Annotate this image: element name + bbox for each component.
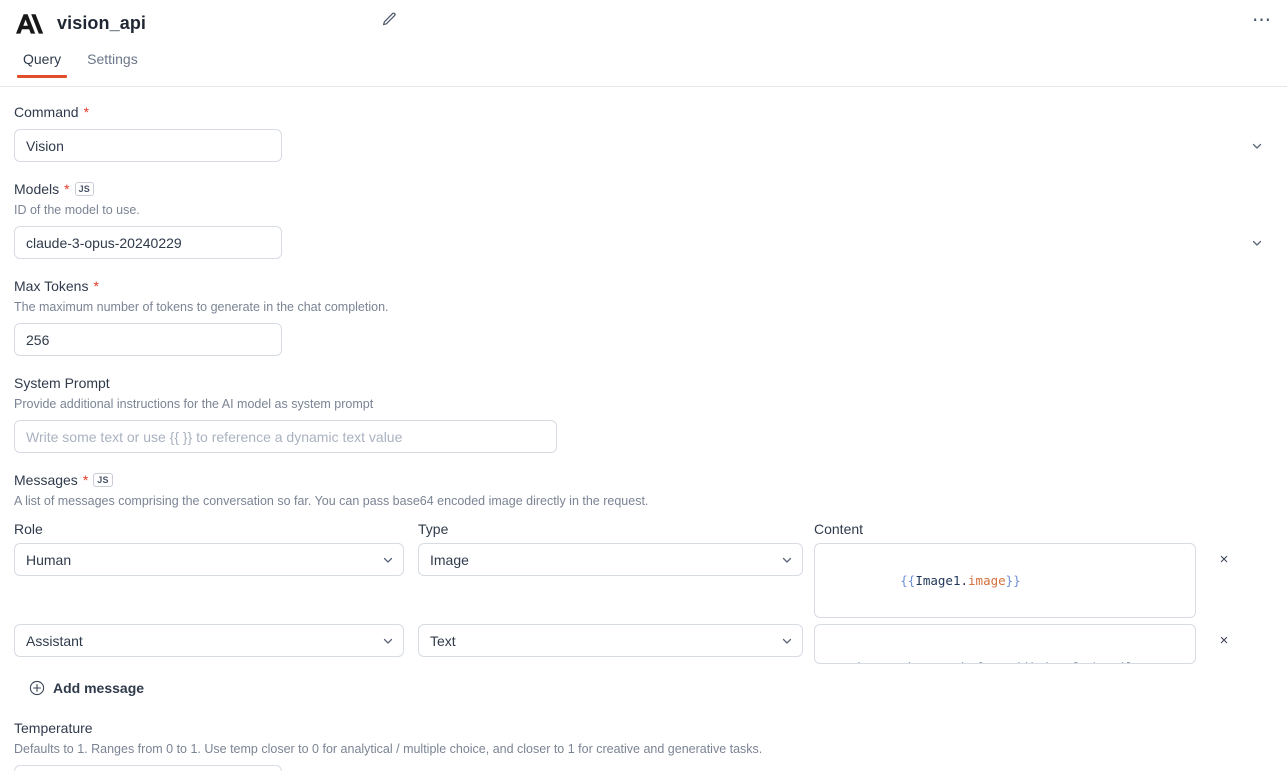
column-header-role: Role (14, 521, 404, 537)
field-system-prompt: System Prompt Provide additional instruc… (14, 374, 1273, 453)
add-message-button[interactable]: Add message (29, 680, 144, 696)
models-select[interactable]: claude-3-opus-20240229 (14, 226, 282, 259)
message-role-select[interactable]: Human (14, 543, 404, 576)
message-type-value: Image (430, 552, 469, 568)
system-prompt-placeholder: Write some text or use {{ }} to referenc… (26, 429, 402, 445)
max-tokens-control: 256 (14, 323, 1273, 356)
system-prompt-control: Write some text or use {{ }} to referenc… (14, 420, 1273, 453)
message-type-value: Text (430, 633, 456, 649)
content-token-brace-close: }} (1006, 573, 1021, 588)
query-editor-page: vision_api ⋯ Query Settings Command * (0, 0, 1287, 771)
message-role-value: Assistant (26, 633, 83, 649)
tab-settings-label: Settings (87, 51, 138, 67)
remove-message-button[interactable]: × (1210, 624, 1238, 657)
ellipsis-horizontal-icon[interactable]: ⋯ (1251, 9, 1273, 31)
system-prompt-label-row: System Prompt (14, 374, 1273, 392)
column-header-content: Content (814, 521, 1196, 537)
command-control: Vision (14, 129, 1273, 162)
field-temperature: Temperature Defaults to 1. Ranges from 0… (14, 719, 1273, 771)
models-required-marker: * (64, 182, 69, 196)
field-messages: Messages * JS A list of messages compris… (14, 471, 1273, 701)
models-description: ID of the model to use. (14, 202, 1273, 218)
message-role-select[interactable]: Assistant (14, 624, 404, 657)
tab-query[interactable]: Query (13, 47, 71, 78)
content-token-brace-open: {{ (900, 573, 915, 588)
app-header: vision_api ⋯ (0, 0, 1287, 47)
max-tokens-description: The maximum number of tokens to generate… (14, 299, 1273, 315)
add-message-label: Add message (53, 680, 144, 696)
tab-bar-divider (0, 86, 1287, 87)
chevron-down-icon (1251, 140, 1263, 152)
models-control: claude-3-opus-20240229 (14, 226, 1273, 259)
message-type-select[interactable]: Text (418, 624, 803, 657)
message-row: Assistant Text mentio (14, 624, 1273, 664)
message-role-control: Human (14, 543, 404, 576)
page-title: vision_api (57, 13, 146, 34)
message-type-control: Image (418, 543, 803, 576)
field-command: Command * Vision (14, 103, 1273, 162)
remove-message-button[interactable]: × (1210, 543, 1238, 576)
message-row: Human Image {{Image1. (14, 543, 1273, 618)
message-role-control: Assistant (14, 624, 404, 657)
message-content-text: mentions a bug, ask for additional detai… (825, 657, 1185, 664)
max-tokens-label-row: Max Tokens * (14, 277, 1273, 295)
command-label: Command (14, 103, 79, 121)
temperature-label-row: Temperature (14, 719, 1273, 737)
js-badge[interactable]: JS (93, 473, 112, 487)
field-models: Models * JS ID of the model to use. clau… (14, 180, 1273, 259)
temperature-control: 1 (14, 765, 1273, 771)
system-prompt-input[interactable]: Write some text or use {{ }} to referenc… (14, 420, 557, 453)
message-content-textarea[interactable]: mentions a bug, ask for additional detai… (814, 624, 1196, 664)
js-badge[interactable]: JS (75, 182, 94, 196)
max-tokens-input[interactable]: 256 (14, 323, 282, 356)
messages-required-marker: * (83, 473, 88, 487)
query-form: Command * Vision Models * JS ID of the m… (0, 87, 1287, 771)
models-label-row: Models * JS (14, 180, 1273, 198)
temperature-description: Defaults to 1. Ranges from 0 to 1. Use t… (14, 741, 1273, 757)
temperature-label: Temperature (14, 719, 93, 737)
tab-query-label: Query (23, 51, 61, 67)
tab-bar: Query Settings (0, 47, 1287, 87)
system-prompt-description: Provide additional instructions for the … (14, 396, 1273, 412)
message-role-value: Human (26, 552, 71, 568)
messages-description: A list of messages comprising the conver… (14, 493, 1273, 509)
content-token-prop: image (968, 573, 1006, 588)
pencil-icon[interactable] (379, 10, 399, 30)
command-select[interactable]: Vision (14, 129, 282, 162)
models-label: Models (14, 180, 59, 198)
max-tokens-required-marker: * (93, 279, 98, 293)
chevron-down-icon (1251, 237, 1263, 249)
field-max-tokens: Max Tokens * The maximum number of token… (14, 277, 1273, 356)
tab-settings[interactable]: Settings (77, 47, 148, 78)
command-required-marker: * (84, 105, 89, 119)
messages-column-headers: Role Type Content (14, 521, 1273, 537)
message-type-select[interactable]: Image (418, 543, 803, 576)
message-type-control: Text (418, 624, 803, 657)
content-token-name: Image1 (915, 573, 960, 588)
message-content-input[interactable]: {{Image1.image}} (814, 543, 1196, 618)
plus-circle-icon (29, 680, 45, 696)
anthropic-logo-icon (13, 12, 45, 36)
system-prompt-label: System Prompt (14, 374, 110, 392)
max-tokens-value: 256 (26, 332, 49, 348)
messages-label: Messages (14, 471, 78, 489)
command-label-row: Command * (14, 103, 1273, 121)
column-header-type: Type (418, 521, 803, 537)
temperature-input[interactable]: 1 (14, 765, 282, 771)
models-select-value: claude-3-opus-20240229 (26, 235, 182, 251)
command-select-value: Vision (26, 138, 64, 154)
content-token-dot: . (960, 573, 968, 588)
messages-label-row: Messages * JS (14, 471, 1273, 489)
max-tokens-label: Max Tokens (14, 277, 88, 295)
